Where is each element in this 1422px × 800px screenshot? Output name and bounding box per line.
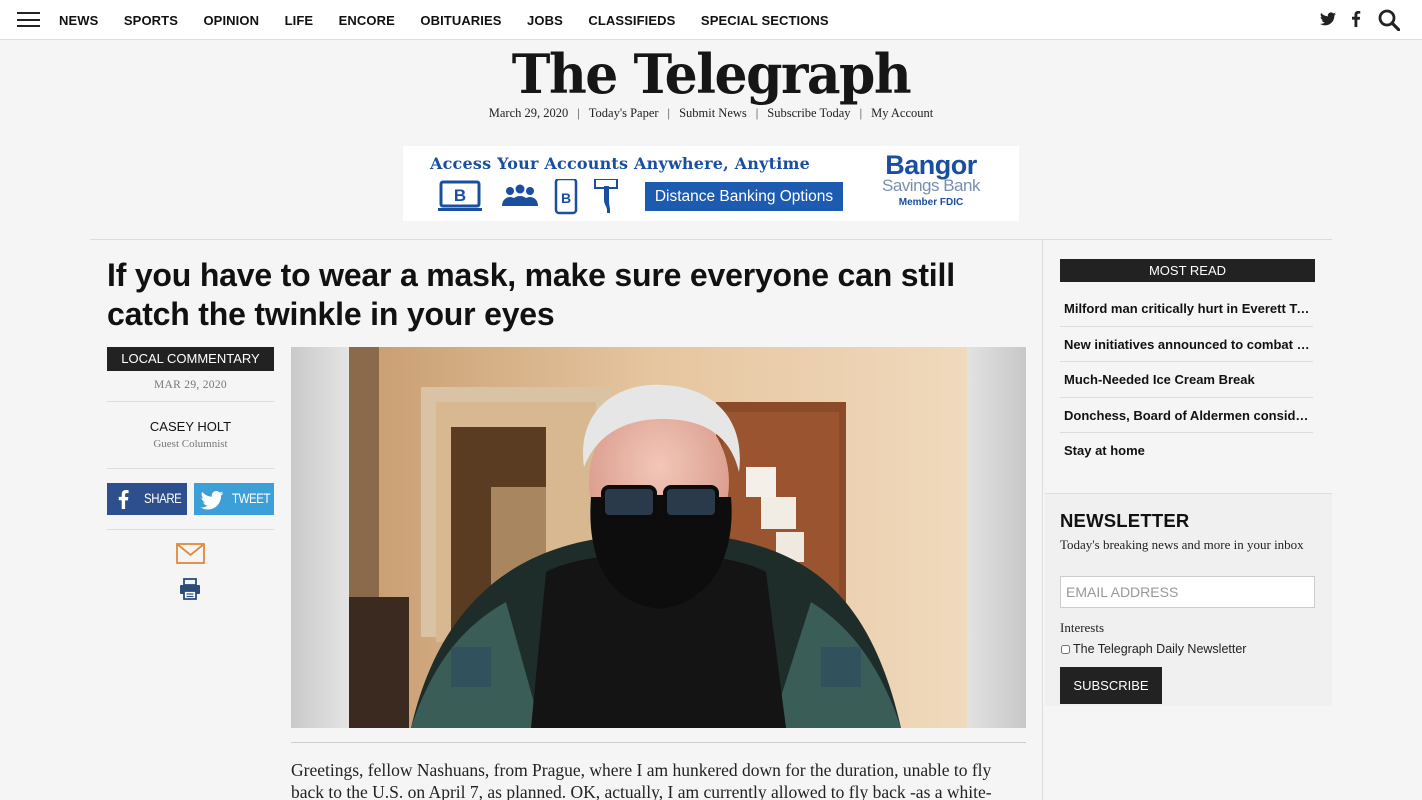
subscribe-link[interactable]: Subscribe Today bbox=[767, 106, 850, 120]
article-photo[interactable] bbox=[291, 347, 1026, 728]
ad-cta-button[interactable]: Distance Banking Options bbox=[645, 182, 843, 211]
interests-label: Interests bbox=[1060, 620, 1105, 635]
todays-paper-link[interactable]: Today's Paper bbox=[589, 106, 659, 120]
banking-icons: B B bbox=[438, 179, 618, 215]
search-icon[interactable] bbox=[1378, 9, 1400, 31]
most-read-item[interactable]: Milford man critically hurt in Everett T… bbox=[1060, 291, 1313, 327]
meta-divider bbox=[107, 468, 274, 469]
nav-encore[interactable]: ENCORE bbox=[339, 13, 395, 28]
most-read-item[interactable]: New initiatives announced to combat spre… bbox=[1060, 327, 1313, 362]
email-icon[interactable] bbox=[176, 543, 205, 564]
ad-headline: Access Your Accounts Anywhere, Anytime bbox=[430, 154, 811, 173]
most-read-item[interactable]: Much-Needed Ice Cream Break bbox=[1060, 362, 1313, 398]
twitter-icon bbox=[200, 491, 224, 510]
author-name[interactable]: CASEY HOLT bbox=[107, 419, 274, 434]
print-icon[interactable] bbox=[179, 578, 201, 600]
article-headline: If you have to wear a mask, make sure ev… bbox=[107, 257, 955, 332]
svg-text:B: B bbox=[454, 186, 466, 205]
nav-obituaries[interactable]: OBITUARIES bbox=[420, 13, 501, 28]
masthead-links: March 29, 2020 | Today's Paper | Submit News… bbox=[488, 106, 934, 120]
section-tag[interactable]: LOCAL COMMENTARY bbox=[107, 347, 274, 371]
site-logo[interactable]: The Telegraph bbox=[511, 42, 912, 107]
most-read-list: Milford man critically hurt in Everett T… bbox=[1060, 291, 1313, 469]
top-nav-bar: NEWS SPORTS OPINION LIFE ENCORE OBITUARI… bbox=[0, 0, 1422, 40]
nav-opinion[interactable]: OPINION bbox=[203, 13, 259, 28]
article-body: Greetings, fellow Nashuans, from Prague,… bbox=[291, 760, 992, 800]
column-divider bbox=[1042, 240, 1043, 800]
ad-brand-line1: Bangor bbox=[885, 150, 977, 180]
most-read-item[interactable]: Donchess, Board of Aldermen consider cha… bbox=[1060, 398, 1313, 433]
facebook-icon[interactable] bbox=[1351, 11, 1361, 27]
ad-brand-logo: Bangor Savings Bank Member FDIC bbox=[871, 150, 991, 209]
newsletter-option-label: The Telegraph Daily Newsletter bbox=[1073, 642, 1247, 656]
author-role: Guest Columnist bbox=[153, 438, 228, 450]
nav-jobs[interactable]: JOBS bbox=[527, 13, 563, 28]
twitter-icon[interactable] bbox=[1320, 12, 1336, 26]
facebook-share-button[interactable]: SHARE bbox=[107, 483, 187, 515]
meta-divider bbox=[107, 529, 274, 530]
main-nav: NEWS SPORTS OPINION LIFE ENCORE OBITUARI… bbox=[59, 0, 854, 40]
nav-sports[interactable]: SPORTS bbox=[124, 13, 178, 28]
tweet-label: TWEET bbox=[232, 491, 271, 506]
svg-text:B: B bbox=[561, 190, 571, 206]
publish-date: MAR 29, 2020 bbox=[154, 379, 227, 391]
most-read-item[interactable]: Stay at home bbox=[1060, 433, 1313, 469]
ad-banner[interactable]: Access Your Accounts Anywhere, Anytime B… bbox=[403, 146, 1019, 221]
masthead-date: March 29, 2020 bbox=[488, 106, 569, 120]
subscribe-button[interactable]: SUBSCRIBE bbox=[1060, 667, 1162, 704]
share-label: SHARE bbox=[144, 491, 182, 506]
my-account-link[interactable]: My Account bbox=[871, 106, 933, 120]
newsletter-title: NEWSLETTER bbox=[1060, 510, 1190, 531]
content-divider bbox=[90, 239, 1332, 240]
menu-icon[interactable] bbox=[17, 12, 40, 27]
newsletter-option[interactable]: The Telegraph Daily Newsletter bbox=[1061, 642, 1246, 656]
photo-divider bbox=[291, 742, 1026, 743]
meta-divider bbox=[107, 401, 274, 402]
twitter-share-button[interactable]: TWEET bbox=[194, 483, 274, 515]
email-input[interactable] bbox=[1060, 576, 1315, 608]
facebook-icon bbox=[118, 490, 129, 509]
most-read-header: MOST READ bbox=[1060, 259, 1315, 282]
photo-illustration bbox=[291, 347, 1026, 728]
nav-classifieds[interactable]: CLASSIFIEDS bbox=[588, 13, 675, 28]
nav-news[interactable]: NEWS bbox=[59, 13, 98, 28]
nav-life[interactable]: LIFE bbox=[285, 13, 314, 28]
submit-news-link[interactable]: Submit News bbox=[679, 106, 747, 120]
ad-brand-line3: Member FDIC bbox=[898, 197, 964, 208]
newsletter-checkbox[interactable] bbox=[1061, 644, 1070, 654]
ad-brand-line2: Savings Bank bbox=[882, 176, 980, 195]
nav-special-sections[interactable]: SPECIAL SECTIONS bbox=[701, 13, 829, 28]
newsletter-description: Today's breaking news and more in your i… bbox=[1060, 537, 1304, 552]
